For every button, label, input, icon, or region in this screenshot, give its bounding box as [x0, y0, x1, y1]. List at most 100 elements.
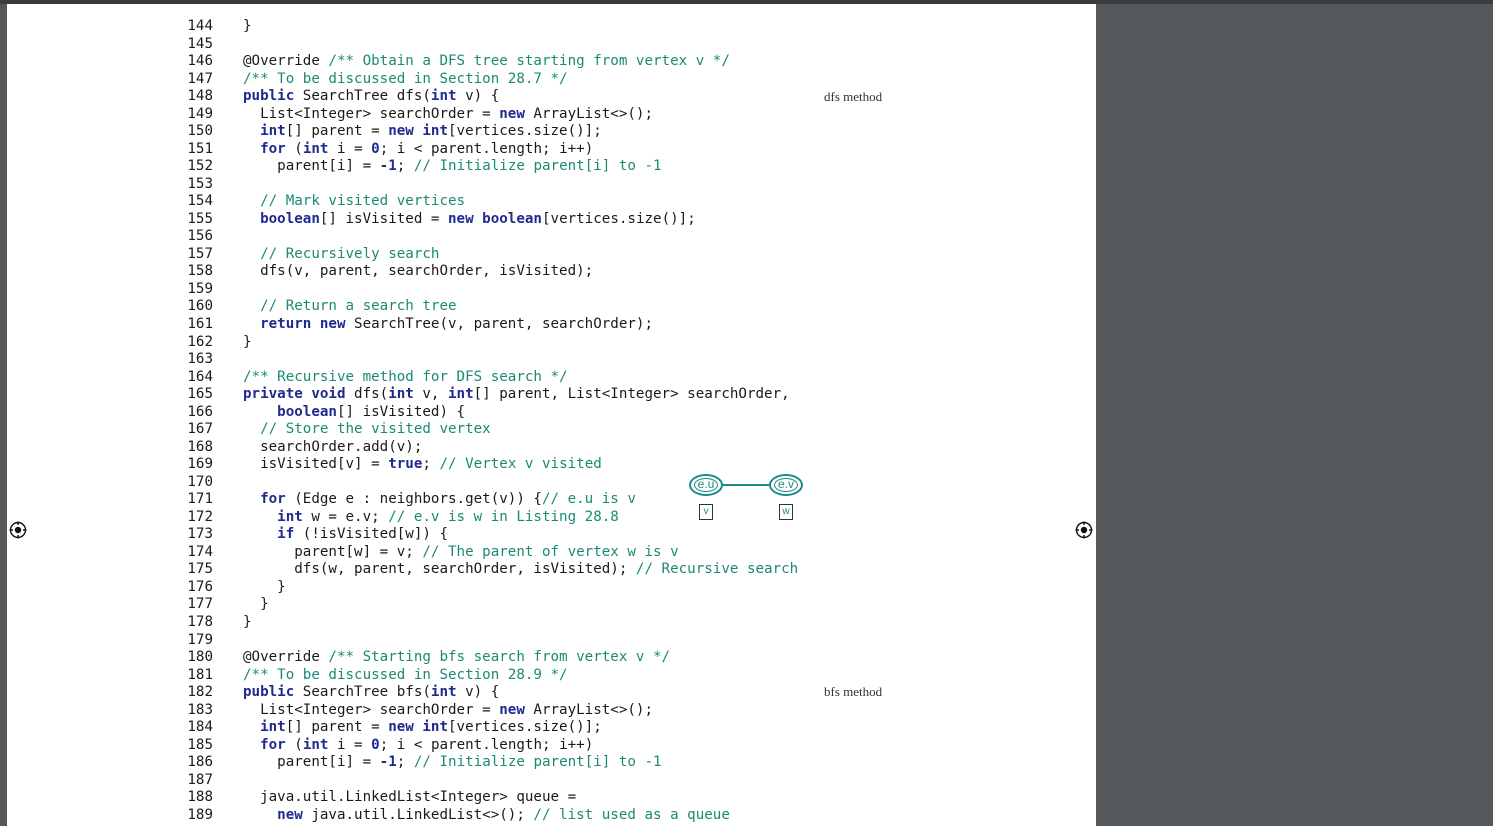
diagram-box-v: v — [699, 504, 713, 520]
code-text: } — [243, 613, 252, 631]
line-number: 156 — [187, 228, 213, 245]
code-token: [] parent = — [285, 123, 389, 140]
code-comment: // Initialize parent[i] to -1 — [413, 158, 662, 175]
code-token: i = — [328, 736, 372, 753]
diagram-node-eu-ring — [694, 478, 718, 492]
code-text: /** To be discussed in Section 28.7 */ — [243, 70, 568, 88]
code-token: ; i < parent.length; i++) — [379, 736, 594, 753]
line-number: 166 — [187, 403, 213, 420]
line-number: 188 — [187, 789, 213, 806]
code-text: public SearchTree dfs(int v) { — [243, 87, 499, 105]
line-number: 169 — [187, 456, 213, 473]
code-keyword: int — [302, 736, 329, 753]
code-text: for (int i = 0; i < parent.length; i++) — [243, 140, 593, 158]
code-token: parent[i] = — [243, 158, 380, 175]
code-text: if (!isVisited[w]) { — [243, 525, 448, 543]
code-keyword: int — [430, 88, 457, 105]
code-token: dfs(w, parent, searchOrder, isVisited); — [243, 561, 636, 578]
code-keyword: int — [260, 123, 286, 140]
code-text: parent[i] = -1; // Initialize parent[i] … — [243, 157, 662, 175]
code-keyword: boolean — [277, 403, 337, 420]
line-number: 147 — [187, 70, 213, 87]
line-number: 173 — [187, 526, 213, 543]
line-number: 165 — [187, 386, 213, 403]
code-number: -1 — [379, 158, 397, 175]
line-number: 176 — [187, 578, 213, 595]
code-text: parent[w] = v; // The parent of vertex w… — [243, 543, 678, 561]
code-keyword: if — [277, 526, 295, 543]
code-keyword: new — [499, 105, 525, 122]
line-number: 185 — [187, 736, 213, 753]
code-keyword: int — [277, 508, 303, 525]
line-number: 174 — [187, 543, 213, 560]
code-keyword: new int — [388, 719, 449, 736]
crosshair-target-icon[interactable] — [1075, 521, 1093, 539]
code-keyword: private void — [243, 386, 346, 403]
code-text: } — [243, 17, 252, 35]
code-text: dfs(v, parent, searchOrder, isVisited); — [243, 262, 593, 280]
code-comment: // Recursively search — [260, 245, 440, 262]
line-number: 186 — [187, 754, 213, 771]
code-text: boolean[] isVisited) { — [243, 403, 465, 421]
code-text: // Return a search tree — [243, 297, 457, 315]
line-number: 189 — [187, 806, 213, 823]
diagram-edge-line — [723, 484, 769, 486]
margin-note-bfs-method: bfs method — [824, 684, 883, 699]
code-token: i = — [328, 140, 372, 157]
code-text: List<Integer> searchOrder = new ArrayLis… — [243, 701, 653, 719]
line-number: 180 — [187, 649, 213, 666]
code-comment: // Mark visited vertices — [260, 193, 466, 210]
line-number: 152 — [187, 158, 213, 175]
diagram-node-ev: e.v — [769, 474, 803, 496]
code-token: [] isVisited) { — [336, 403, 466, 420]
code-comment: /** Obtain a DFS tree starting from vert… — [328, 53, 730, 70]
line-number: 157 — [187, 245, 213, 262]
crosshair-target-icon[interactable] — [9, 521, 27, 539]
code-text: return new SearchTree(v, parent, searchO… — [243, 315, 653, 333]
code-text: /** Recursive method for DFS search */ — [243, 368, 568, 386]
code-token: dfs(v, parent, searchOrder, isVisited); — [243, 263, 594, 280]
code-listing: 144} 145 146 @Override /** Obtain a DFS tre… — [7, 4, 1096, 826]
code-comment: // Initialize parent[i] to -1 — [413, 754, 662, 771]
code-token: [vertices.size()]; — [448, 719, 602, 736]
code-comment: // Recursive search — [635, 561, 799, 578]
code-text: int w = e.v; // e.v is w in Listing 28.8 — [243, 508, 619, 526]
code-token: [] parent, List<Integer> searchOrder, — [473, 386, 790, 403]
code-comment: /** Recursive method for DFS search */ — [243, 368, 568, 385]
line-number: 145 — [187, 35, 213, 52]
code-token: v, — [413, 386, 449, 403]
code-token: ArrayList<>(); — [524, 701, 653, 718]
code-text: // Recursively search — [243, 245, 439, 263]
code-comment: /** Starting bfs search from vertex v */ — [328, 649, 671, 666]
code-token: java.util.LinkedList<>(); — [302, 806, 534, 823]
code-keyword: for — [260, 736, 286, 753]
line-number: 154 — [187, 193, 213, 210]
code-text: int[] parent = new int[vertices.size()]; — [243, 718, 602, 736]
line-number: 183 — [187, 701, 213, 718]
code-text: int[] parent = new int[vertices.size()]; — [243, 122, 602, 140]
code-text: } — [243, 333, 252, 351]
code-keyword: new int — [388, 123, 449, 140]
line-number: 155 — [187, 210, 213, 227]
line-number: 144 — [187, 18, 213, 34]
code-token: [vertices.size()]; — [541, 210, 696, 227]
code-token: ( — [285, 140, 303, 157]
line-number: 159 — [187, 280, 213, 297]
code-comment: // Return a search tree — [260, 298, 457, 315]
line-number: 160 — [187, 298, 213, 315]
code-token: } — [243, 578, 286, 595]
line-number: 164 — [187, 368, 213, 385]
code-token: isVisited[v] = — [243, 456, 389, 473]
line-number: 146 — [187, 53, 213, 70]
code-comment: /** To be discussed in Section 28.7 */ — [243, 70, 568, 87]
code-comment: // e.v is w in Listing 28.8 — [388, 508, 619, 525]
